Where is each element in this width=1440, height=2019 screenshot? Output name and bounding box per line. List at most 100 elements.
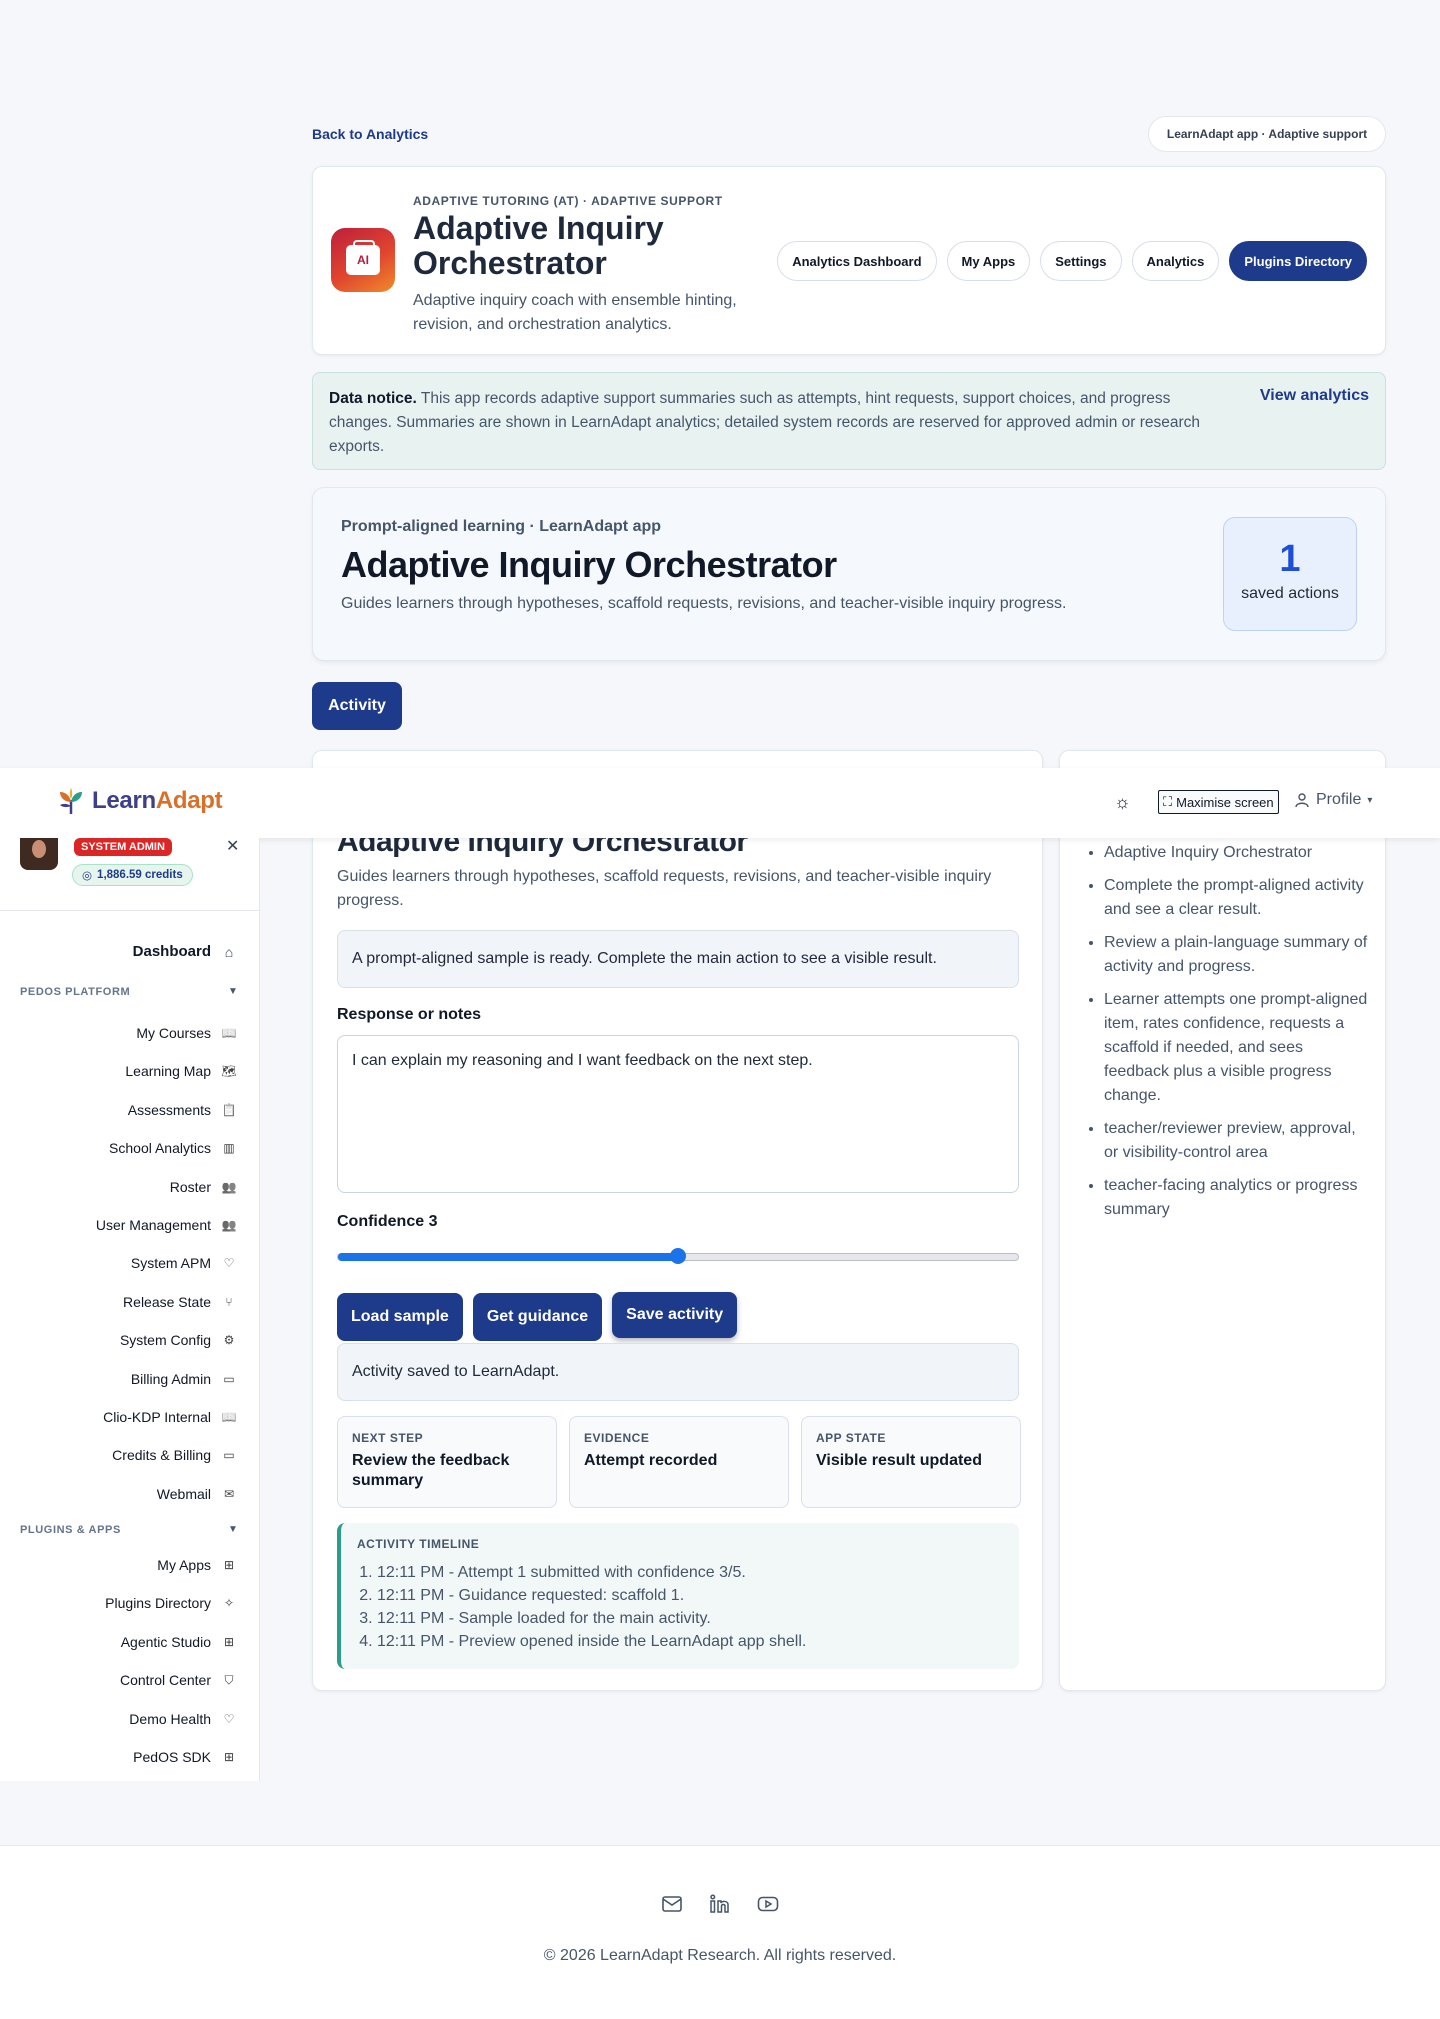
confidence-slider[interactable] (337, 1248, 1019, 1264)
sidebar-item-webmail[interactable]: Webmail ✉ (157, 1486, 237, 1502)
logo-mark-icon (60, 788, 82, 814)
sidebar-item-system-config[interactable]: System Config ⚙ (120, 1332, 237, 1348)
sidebar-item-control-center[interactable]: Control Center ⛉ (120, 1672, 237, 1688)
app-title: Adaptive Inquiry Orchestrator (413, 210, 664, 281)
sidebar-item-label: Assessments (127, 1101, 211, 1118)
notice-text: Data notice. This app records adaptive s… (329, 387, 1229, 459)
users-icon: 👥 (221, 1179, 237, 1194)
get-guidance-button[interactable]: Get guidance (472, 1293, 603, 1341)
book-icon: 📖 (221, 1410, 237, 1424)
saved-actions-count: 1 (1279, 538, 1301, 580)
sidebar-item-label: Roster (169, 1178, 211, 1195)
sidebar-item-plugins-directory[interactable]: Plugins Directory ✧ (105, 1595, 237, 1611)
card-icon: ▭ (223, 1371, 235, 1386)
sidebar-item-learning-map[interactable]: Learning Map 🗺 (125, 1063, 237, 1079)
sidebar-item-label: School Analytics (109, 1140, 211, 1157)
credits-label: 1,886.59 credits (97, 869, 183, 881)
map-icon: 🗺 (221, 1064, 237, 1079)
clipboard-icon: 📋 (221, 1102, 237, 1117)
sidebar-item-release-state[interactable]: Release State ⑂ (123, 1294, 237, 1310)
load-sample-button[interactable]: Load sample (337, 1293, 463, 1341)
sidebar-item-my-courses[interactable]: My Courses 📖 (136, 1025, 237, 1041)
sidebar-item-clio-kdp-internal[interactable]: Clio-KDP Internal 📖 (103, 1409, 237, 1425)
sidebar-item-dashboard[interactable]: Dashboard ⌂ (133, 943, 237, 960)
view-analytics-link[interactable]: View analytics (1260, 387, 1369, 405)
credits-badge[interactable]: ◎ 1,886.59 credits (72, 864, 193, 886)
tab-plugins-directory[interactable]: Plugins Directory (1229, 241, 1367, 281)
guidance-side-panel: Adaptive Inquiry Orchestrator Complete t… (1059, 750, 1386, 1691)
sidebar-item-system-apm[interactable]: System APM ♡ (131, 1255, 237, 1271)
section-pedos-platform: PEDOS PLATFORM (20, 986, 131, 998)
sidebar-item-assessments[interactable]: Assessments 📋 (128, 1102, 237, 1118)
app-icon: AI (331, 228, 395, 292)
saved-actions-box: 1 saved actions (1223, 517, 1357, 631)
tab-my-apps[interactable]: My Apps (946, 241, 1031, 281)
sidebar-item-user-management[interactable]: User Management 👥 (96, 1217, 237, 1233)
learnadapt-logo[interactable]: LearnAdapt (56, 786, 223, 816)
grid-icon: ⊞ (223, 1558, 235, 1572)
mail-icon[interactable] (660, 1892, 684, 1916)
card-value: Attempt recorded (584, 1452, 718, 1469)
close-icon[interactable]: ✕ (226, 836, 239, 856)
notes-label: Response or notes (337, 1006, 482, 1023)
card-value: Review the feedback summary (352, 1452, 510, 1489)
sidebar-item-demo-health[interactable]: Demo Health ♡ (129, 1711, 237, 1727)
sidebar-item-roster[interactable]: Roster 👥 (170, 1179, 237, 1195)
saved-actions-label: saved actions (1241, 585, 1339, 602)
card-icon: ▭ (223, 1448, 235, 1463)
sidebar-item-label: User Management (95, 1217, 211, 1233)
chevron-down-icon[interactable]: ▼ (228, 986, 238, 997)
sidebar-item-school-analytics[interactable]: School Analytics ▥ (109, 1140, 237, 1156)
summary-cards: NEXT STEP Review the feedback summary EV… (337, 1416, 1021, 1508)
sidebar-item-label: PedOS SDK (133, 1749, 211, 1765)
sidebar-item-label: Webmail (156, 1485, 211, 1502)
sidebar-item-label: System Config (119, 1332, 211, 1349)
tab-analytics-dashboard[interactable]: Analytics Dashboard (777, 241, 937, 281)
grid-icon: ⊞ (223, 1750, 235, 1764)
linkedin-icon[interactable] (708, 1892, 732, 1916)
notice-lead: Data notice. (329, 390, 417, 407)
sidebar-item-label: System APM (130, 1255, 211, 1272)
sidebar: SYSTEM ADMIN ✕ ◎ 1,886.59 credits Dashbo… (0, 838, 260, 1781)
sidebar-item-billing-admin[interactable]: Billing Admin ▭ (131, 1371, 237, 1387)
tab-activity[interactable]: Activity (312, 682, 402, 730)
mail-icon: ✉ (223, 1486, 235, 1501)
side-panel-list: Adaptive Inquiry Orchestrator Complete t… (1082, 841, 1372, 1231)
profile-menu-button[interactable]: Profile ▾ (1294, 791, 1372, 809)
sidebar-item-credits-billing[interactable]: Credits & Billing ▭ (112, 1447, 237, 1463)
book-icon: 📖 (221, 1026, 237, 1040)
header-nav: Analytics Dashboard My Apps Settings Ana… (777, 241, 1367, 281)
sidebar-item-label: Control Center (119, 1672, 211, 1689)
list-item: Complete the prompt-aligned activity and… (1104, 874, 1372, 922)
sidebar-item-label: Dashboard (132, 943, 211, 960)
tab-settings[interactable]: Settings (1040, 241, 1122, 281)
confidence-label: Confidence 3 (337, 1213, 438, 1230)
theme-toggle-sun-icon[interactable]: ☼ (1114, 792, 1131, 813)
confidence-slider-handle[interactable] (670, 1248, 686, 1264)
maximise-screen-button[interactable]: ⛶ Maximise screen (1158, 790, 1279, 814)
activity-timeline: ACTIVITY TIMELINE 12:11 PM - Attempt 1 s… (337, 1523, 1019, 1669)
hero-eyebrow: Prompt-aligned learning · LearnAdapt app (341, 518, 662, 535)
chevron-down-icon: ▾ (1367, 794, 1373, 806)
app-eyebrow: ADAPTIVE TUTORING (AT) · ADAPTIVE SUPPOR… (413, 194, 723, 208)
data-notice: Data notice. This app records adaptive s… (312, 372, 1386, 470)
sidebar-item-my-apps[interactable]: My Apps ⊞ (157, 1557, 237, 1573)
section-plugins-apps: PLUGINS & APPS (20, 1524, 121, 1536)
chevron-down-icon[interactable]: ▼ (228, 1524, 238, 1535)
notes-textarea[interactable]: I can explain my reasoning and I want fe… (337, 1035, 1019, 1193)
activity-panel: Adaptive Inquiry Orchestrator Guides lea… (312, 750, 1043, 1691)
youtube-icon[interactable] (756, 1892, 780, 1916)
app-header-card: AI ADAPTIVE TUTORING (AT) · ADAPTIVE SUP… (312, 166, 1386, 355)
sidebar-item-pedos-sdk[interactable]: PedOS SDK ⊞ (133, 1749, 237, 1765)
tab-analytics[interactable]: Analytics (1131, 241, 1220, 281)
save-activity-button[interactable]: Save activity (612, 1292, 738, 1338)
back-to-analytics-link[interactable]: Back to Analytics (312, 126, 428, 142)
list-item: teacher/reviewer preview, approval, or v… (1104, 1117, 1372, 1165)
confidence-slider-fill (338, 1253, 678, 1261)
sidebar-item-agentic-studio[interactable]: Agentic Studio ⊞ (121, 1634, 237, 1650)
sidebar-item-label: Release State (123, 1293, 211, 1310)
top-bar: LearnAdapt ☼ ⛶ Maximise screen Profile ▾ (0, 768, 1440, 838)
timeline-item: 12:11 PM - Preview opened inside the Lea… (377, 1630, 1003, 1653)
avatar[interactable] (20, 838, 58, 870)
app-state-card: APP STATE Visible result updated (801, 1416, 1021, 1508)
